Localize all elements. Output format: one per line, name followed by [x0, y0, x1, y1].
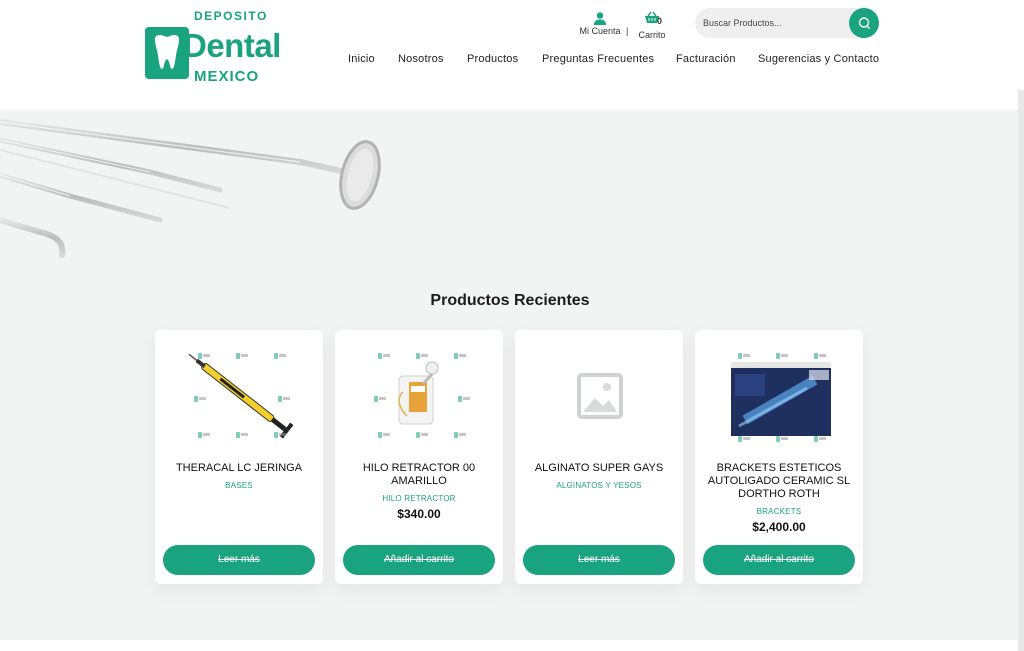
- product-price: $340.00: [397, 507, 441, 521]
- product-price: $2,400.00: [752, 520, 806, 534]
- placeholder-image-icon[interactable]: [515, 330, 683, 458]
- watermark-logo: [236, 432, 248, 438]
- product-category[interactable]: ALGINATOS Y YESOS: [523, 481, 675, 490]
- product-title[interactable]: BRACKETS ESTETICOS AUTOLIGADO CERAMIC SL…: [703, 462, 855, 501]
- footer-strip: [0, 640, 1024, 651]
- watermark-logo: [416, 353, 428, 359]
- cart-count-badge: 0: [657, 16, 663, 26]
- nav-item-contacto[interactable]: Sugerencias y Contacto: [758, 53, 879, 65]
- watermark-logo: [416, 432, 428, 438]
- read-more-button[interactable]: Leer más: [163, 545, 315, 575]
- add-to-cart-button[interactable]: Añadir al carrito: [343, 545, 495, 575]
- watermark-logo: [374, 396, 386, 402]
- watermark-logo: [738, 436, 750, 442]
- header-separator: |: [626, 26, 629, 36]
- nav-item-productos[interactable]: Productos: [467, 53, 518, 65]
- watermark-logo: [274, 432, 286, 438]
- search-input[interactable]: [703, 8, 847, 38]
- logo-bottom-text: MEXICO: [194, 68, 260, 85]
- retraction-cord-image[interactable]: [335, 330, 503, 458]
- dental-instruments-image: [0, 119, 381, 258]
- watermark-logo: [378, 353, 390, 359]
- watermark-logo: [454, 353, 466, 359]
- syringe-image[interactable]: [155, 330, 323, 458]
- site-logo[interactable]: DEPOSITO Dental MEXICO: [145, 8, 281, 86]
- page-scrollbar[interactable]: [1018, 90, 1024, 651]
- product-card[interactable]: BRACKETS ESTETICOS AUTOLIGADO CERAMIC SL…: [695, 330, 863, 584]
- watermark-logo: [198, 353, 210, 359]
- nav-item-inicio[interactable]: Inicio: [348, 53, 375, 65]
- watermark-logo: [738, 353, 750, 359]
- watermark-logo: [776, 353, 788, 359]
- watermark-logo: [194, 396, 206, 402]
- watermark-logo: [274, 353, 286, 359]
- watermark-logo: [458, 396, 470, 402]
- logo-main-text: Dental: [183, 27, 281, 64]
- watermark-logo: [454, 432, 466, 438]
- add-to-cart-button[interactable]: Añadir al carrito: [703, 545, 855, 575]
- site-header: DEPOSITO Dental MEXICO Mi Cuenta | Carri…: [0, 0, 1024, 110]
- product-title[interactable]: THERACAL LC JERINGA: [163, 462, 315, 475]
- product-card[interactable]: THERACAL LC JERINGA BASES Leer más: [155, 330, 323, 584]
- product-card[interactable]: HILO RETRACTOR 00 AMARILLO HILO RETRACTO…: [335, 330, 503, 584]
- watermark-logo: [198, 432, 210, 438]
- cart-label: Carrito: [638, 30, 666, 40]
- watermark-logo: [776, 436, 788, 442]
- product-category[interactable]: BRACKETS: [703, 507, 855, 516]
- watermark-logo: [378, 432, 390, 438]
- nav-item-preguntas[interactable]: Preguntas Frecuentes: [542, 53, 654, 65]
- watermark-logo: [814, 353, 826, 359]
- account-label: Mi Cuenta: [579, 26, 621, 36]
- recent-products-heading: Productos Recientes: [430, 292, 590, 309]
- product-category[interactable]: BASES: [163, 481, 315, 490]
- cart-link[interactable]: Carrito: [636, 11, 668, 40]
- logo-top-text: DEPOSITO: [194, 9, 268, 23]
- nav-item-nosotros[interactable]: Nosotros: [398, 53, 444, 65]
- nav-item-facturacion[interactable]: Facturación: [676, 53, 736, 65]
- product-title[interactable]: HILO RETRACTOR 00 AMARILLO: [343, 462, 495, 488]
- user-icon: [594, 12, 606, 25]
- product-category[interactable]: HILO RETRACTOR: [343, 494, 495, 503]
- product-card[interactable]: ALGINATO SUPER GAYS ALGINATOS Y YESOS Le…: [515, 330, 683, 584]
- read-more-button[interactable]: Leer más: [523, 545, 675, 575]
- watermark-logo: [236, 353, 248, 359]
- watermark-logo: [278, 396, 290, 402]
- search-icon: [858, 17, 870, 29]
- watermark-logo: [814, 436, 826, 442]
- search-button[interactable]: [849, 8, 879, 38]
- product-title[interactable]: ALGINATO SUPER GAYS: [523, 462, 675, 475]
- account-link[interactable]: Mi Cuenta: [578, 12, 622, 36]
